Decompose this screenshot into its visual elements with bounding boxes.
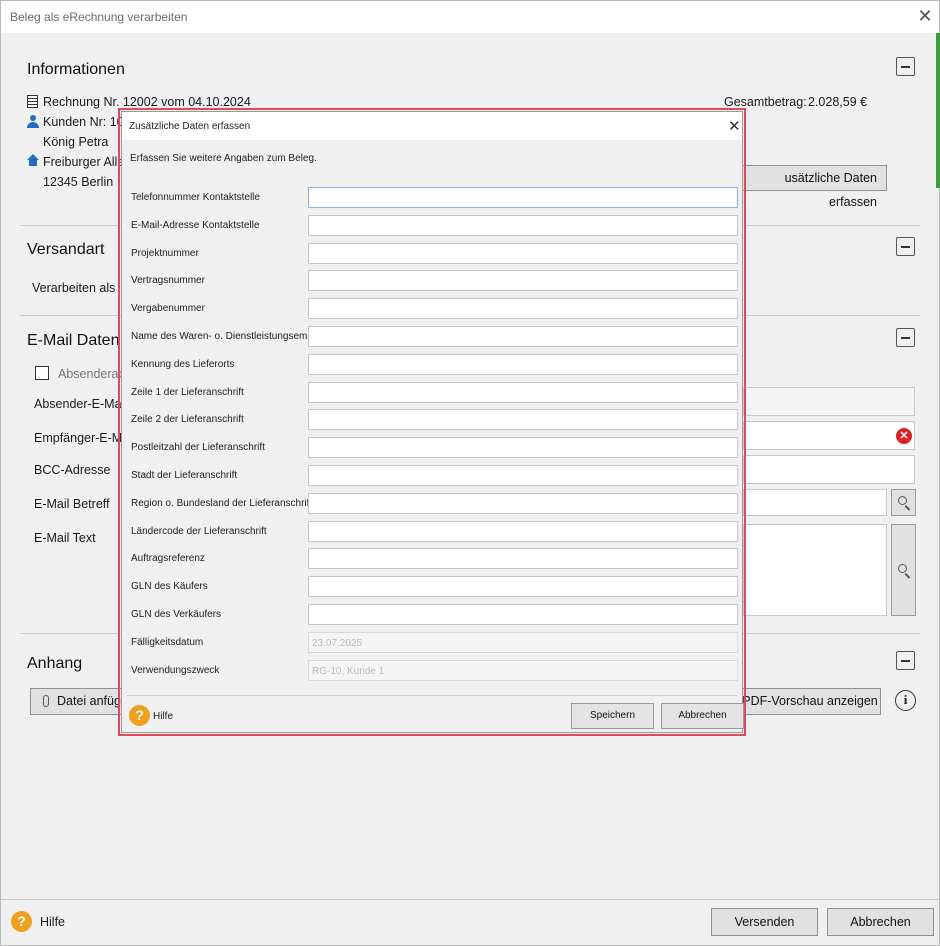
recipient-email-input[interactable]: ✕ xyxy=(743,421,915,450)
collapse-versandart-button[interactable] xyxy=(896,237,915,256)
error-icon[interactable]: ✕ xyxy=(896,428,912,444)
dialog-field-label: Telefonnummer Kontaktstelle xyxy=(131,192,260,203)
customer-number: Kunden Nr: 10 xyxy=(43,115,124,129)
extra-data-dialog: Zusätzliche Daten erfassen ✕ Erfassen Si… xyxy=(121,111,744,733)
dialog-field-label: Name des Waren- o. Dienstleistungsempf. xyxy=(131,331,319,342)
customer-city: 12345 Berlin xyxy=(43,175,114,189)
dialog-close-icon[interactable]: ✕ xyxy=(728,117,741,135)
person-icon xyxy=(27,115,39,129)
email-text-label: E-Mail Text xyxy=(34,531,96,545)
dialog-field-input[interactable] xyxy=(308,326,738,347)
collapse-informationen-button[interactable] xyxy=(896,57,915,76)
dialog-field-input[interactable] xyxy=(308,214,738,236)
total-value: 2.028,59 € xyxy=(808,95,868,109)
dialog-cancel-button[interactable]: Abbrechen xyxy=(661,703,744,729)
dialog-field-input[interactable] xyxy=(308,492,738,514)
dialog-field-label: Vergabenummer xyxy=(131,303,205,315)
dialog-field-label: E-Mail-Adresse Kontaktstelle xyxy=(131,219,260,231)
subject-search-button[interactable] xyxy=(891,489,916,516)
dialog-field-input[interactable]: RG-10, Kunde 1 xyxy=(308,659,738,681)
dialog-subtitle: Erfassen Sie weitere Angaben zum Beleg. xyxy=(130,153,317,164)
total-label: Gesamtbetrag: xyxy=(724,95,807,109)
section-title-anhang: Anhang xyxy=(27,655,83,672)
search-icon xyxy=(898,564,907,573)
dialog-field-label: GLN des Käufers xyxy=(131,581,208,593)
attach-file-label: Datei anfüg xyxy=(57,694,121,708)
section-title-versandart: Versandart xyxy=(27,241,105,258)
dialog-field-label: Zeile 2 der Lieferanschrift xyxy=(131,414,244,426)
sender-address-checkbox-label: Absenderad xyxy=(58,367,126,381)
invoice-number: Rechnung Nr. 12002 vom 04.10.2024 xyxy=(43,95,251,109)
close-icon[interactable]: ✕ xyxy=(915,5,935,27)
process-as-label: Verarbeiten als xyxy=(32,281,116,295)
dialog-field-label: Auftragsreferenz xyxy=(131,553,205,565)
dialog-field-input[interactable] xyxy=(308,409,738,431)
collapse-email-button[interactable] xyxy=(896,328,915,347)
sender-email-input[interactable] xyxy=(743,387,915,416)
dialog-field-input[interactable] xyxy=(308,520,738,542)
dialog-field-input[interactable] xyxy=(308,353,738,375)
window-title: Beleg als eRechnung verarbeiten xyxy=(10,10,188,24)
dialog-field-label: Stadt der Lieferanschrift xyxy=(131,470,238,481)
title-bar: Beleg als eRechnung verarbeiten ✕ xyxy=(1,1,939,33)
collapse-anhang-button[interactable] xyxy=(896,651,915,670)
dialog-field-input[interactable] xyxy=(308,298,738,320)
dialog-title-bar: Zusätzliche Daten erfassen ✕ xyxy=(122,112,742,140)
search-icon xyxy=(898,496,907,505)
section-title-email: E-Mail Daten xyxy=(27,332,120,349)
dialog-save-button[interactable]: Speichern xyxy=(571,703,654,729)
email-text-search-button[interactable] xyxy=(891,524,916,616)
bcc-input[interactable] xyxy=(743,455,915,484)
dialog-divider xyxy=(127,695,737,696)
email-text-input[interactable] xyxy=(743,524,887,616)
dialog-field-label: Zeile 1 der Lieferanschrift xyxy=(131,386,244,398)
edge-accent xyxy=(936,33,940,188)
dialog-field-label: Region o. Bundesland der Lieferanschrift xyxy=(131,497,313,509)
dialog-field-input[interactable] xyxy=(308,381,738,403)
dialog-field-input[interactable] xyxy=(308,465,738,486)
dialog-help-icon[interactable]: ? xyxy=(129,705,150,726)
sender-email-label: Absender-E-Mai xyxy=(34,397,125,411)
dialog-field-input[interactable] xyxy=(308,187,738,208)
dialog-title: Zusätzliche Daten erfassen xyxy=(129,121,251,132)
dialog-field-label: Verwendungszweck xyxy=(131,664,220,676)
dialog-field-label: Postleitzahl der Lieferanschrift xyxy=(131,442,265,454)
dialog-field-label: Ländercode der Lieferanschrift xyxy=(131,525,267,537)
dialog-field-input[interactable]: 23.07.2025 xyxy=(308,631,738,653)
subject-label: E-Mail Betreff xyxy=(34,497,110,511)
dialog-field-input[interactable] xyxy=(308,242,738,264)
dialog-field-label: Projektnummer xyxy=(131,247,199,259)
send-button[interactable]: Versenden xyxy=(711,908,818,936)
customer-street: Freiburger Alle xyxy=(43,155,125,169)
dialog-field-label: Vertragsnummer xyxy=(131,275,205,287)
dialog-field-label: Kennung des Lieferorts xyxy=(131,358,235,370)
cancel-button[interactable]: Abbrechen xyxy=(827,908,934,936)
customer-name: König Petra xyxy=(43,135,109,149)
help-label[interactable]: Hilfe xyxy=(40,915,65,929)
dialog-field-input[interactable] xyxy=(308,604,738,625)
dialog-field-label: Fälligkeitsdatum xyxy=(131,636,204,648)
footer-divider xyxy=(1,899,939,900)
recipient-email-label: Empfänger-E-M xyxy=(34,431,123,445)
help-icon[interactable]: ? xyxy=(11,911,32,932)
dialog-help-label[interactable]: Hilfe xyxy=(153,711,173,722)
extra-data-button[interactable]: usätzliche Daten erfassen xyxy=(739,165,887,209)
subject-input[interactable] xyxy=(743,489,887,516)
attach-file-button[interactable]: Datei anfüg xyxy=(30,688,125,715)
home-icon xyxy=(27,154,39,166)
info-icon[interactable]: i xyxy=(895,690,916,711)
dialog-field-input[interactable] xyxy=(308,437,738,459)
section-title-informationen: Informationen xyxy=(27,61,125,78)
paperclip-icon xyxy=(43,695,49,707)
sender-address-checkbox[interactable] xyxy=(35,366,49,380)
invoice-icon xyxy=(27,95,38,108)
dialog-field-label: GLN des Verkäufers xyxy=(131,609,222,620)
dialog-field-input[interactable] xyxy=(308,270,738,292)
dialog-field-input[interactable] xyxy=(308,548,738,570)
dialog-field-input[interactable] xyxy=(308,576,738,598)
bcc-label: BCC-Adresse xyxy=(34,463,111,477)
pdf-preview-button[interactable]: PDF-Vorschau anzeigen xyxy=(739,688,881,715)
